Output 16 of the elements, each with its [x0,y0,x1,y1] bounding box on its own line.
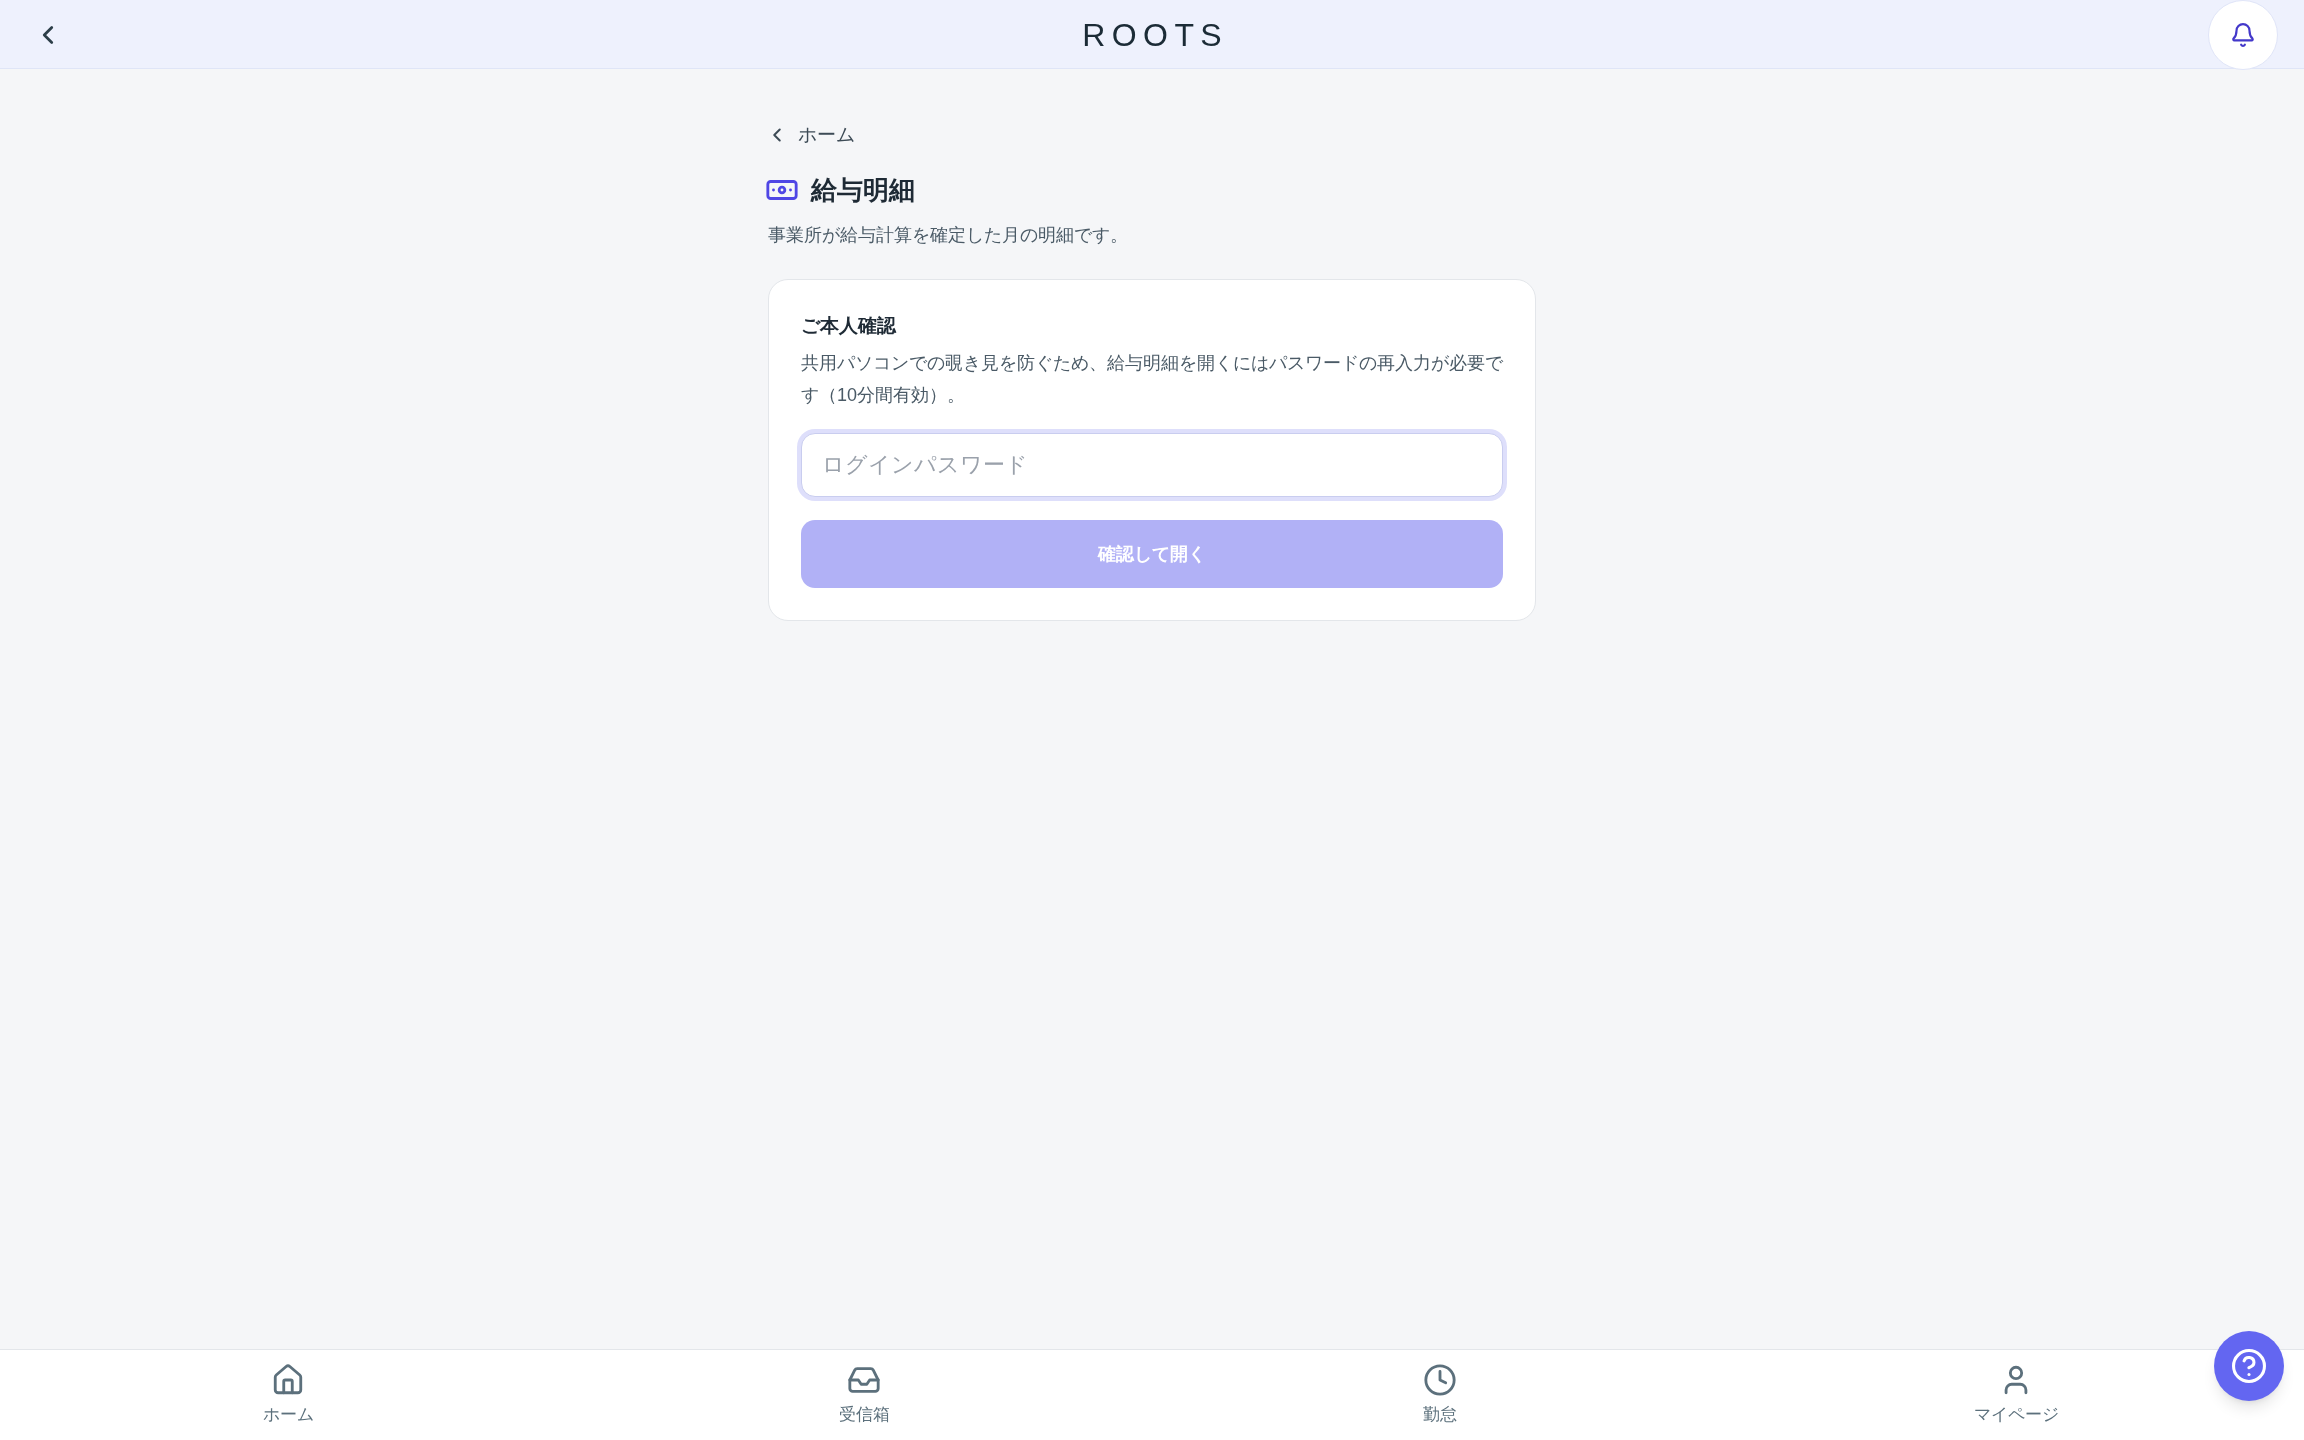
house-icon [271,1363,305,1397]
help-icon [2232,1349,2266,1383]
password-field[interactable]: ログインパスワード [801,433,1503,497]
nav-tab[interactable]: 勤怠 [1411,1350,1469,1440]
nav-tab[interactable]: 受信箱 [826,1350,902,1440]
app-logo-text: ROOTS [1081,16,1229,55]
breadcrumb-link[interactable]: ホーム [766,121,855,149]
clock-icon [1423,1363,1457,1397]
help-button[interactable] [2214,1331,2284,1401]
page-description: 事業所が給与計算を確定した月の明細です。 [768,224,1129,247]
page-title: 給与明細 [811,174,915,207]
card-title: ご本人確認 [801,314,898,338]
nav-tab[interactable]: マイページ [1961,1350,2071,1440]
card-description: 共用パソコンでの覗き見を防ぐため、給与明細を開くにはパスワードの再入力が必要です（10分間有効）。 [801,352,1503,407]
nav-tab[interactable]: ホーム [250,1350,326,1440]
bell-icon [2230,22,2256,48]
